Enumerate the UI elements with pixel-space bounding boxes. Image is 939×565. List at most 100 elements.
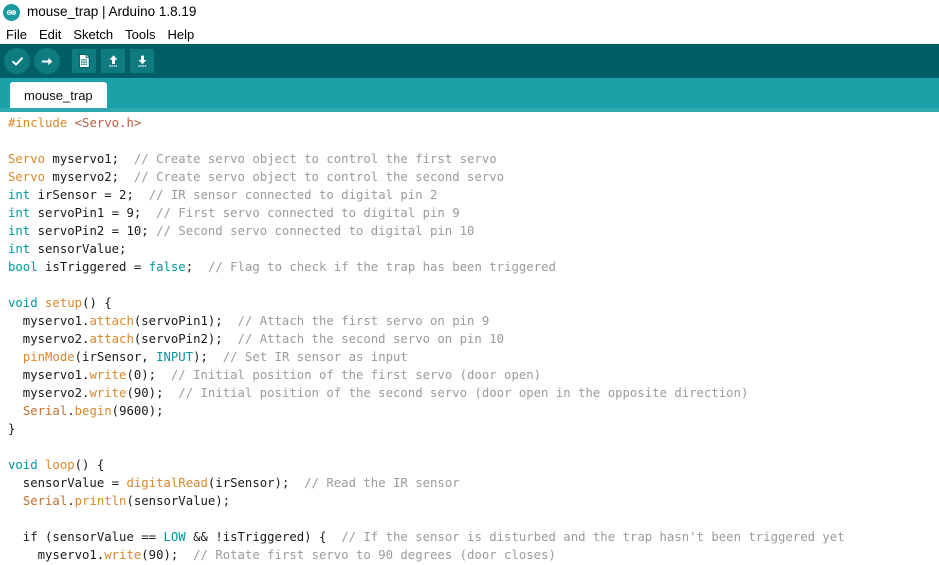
code-token-kw: int	[8, 206, 31, 220]
code-token-txt: () {	[82, 296, 112, 310]
code-token-cmt: // Attach the second servo on pin 10	[237, 332, 505, 346]
code-token-txt: && !isTriggered) {	[185, 530, 342, 544]
code-token-txt: (90);	[141, 548, 194, 562]
code-line: if (sensorValue == LOW && !isTriggered) …	[8, 528, 939, 546]
checkmark-icon	[10, 54, 25, 69]
verify-button[interactable]	[4, 48, 30, 74]
code-token-obj: Serial	[22, 494, 68, 508]
menu-edit[interactable]: Edit	[39, 28, 68, 41]
code-token-fn: attach	[89, 314, 134, 328]
code-token-obj: Serial	[22, 404, 68, 418]
code-line: Serial.println(sensorValue);	[8, 492, 939, 510]
code-content[interactable]: #include <Servo.h> Servo myservo1; // Cr…	[0, 112, 939, 564]
code-token-cmt: // Attach the first servo on pin 9	[237, 314, 490, 328]
code-token-txt: servoPin2 = 10;	[30, 224, 157, 238]
code-token-txt: (servoPin2);	[133, 332, 238, 346]
code-line: sensorValue = digitalRead(irSensor); // …	[8, 474, 939, 492]
new-sketch-button[interactable]	[72, 49, 96, 73]
code-token-kw: int	[8, 242, 31, 256]
code-token-fn: setup	[45, 296, 83, 310]
code-token-cmt: // IR sensor connected to digital pin 2	[148, 188, 438, 202]
code-token-cmt: // Set IR sensor as input	[222, 350, 408, 364]
code-token-kw: void	[8, 458, 38, 472]
code-token-kw: bool	[8, 260, 38, 274]
code-line: Servo myservo2; // Create servo object t…	[8, 168, 939, 186]
code-token-fn: write	[104, 548, 142, 562]
code-token-txt: (0);	[126, 368, 171, 382]
code-token-kw: false	[148, 260, 186, 274]
code-token-txt: servoPin1 = 9;	[30, 206, 157, 220]
code-token-fn: loop	[45, 458, 75, 472]
menu-file[interactable]: File	[6, 28, 34, 41]
code-line: myservo2.write(90); // Initial position …	[8, 384, 939, 402]
code-line: myservo1.write(0); // Initial position o…	[8, 366, 939, 384]
code-token-txt: (irSensor,	[74, 350, 157, 364]
code-token-txt: myservo1.	[8, 548, 105, 562]
code-token-txt: irSensor = 2;	[30, 188, 149, 202]
menu-help[interactable]: Help	[167, 28, 201, 41]
code-token-cmt: // Rotate first servo to 90 degrees (doo…	[193, 548, 556, 562]
code-token-pre: #include	[8, 116, 75, 130]
code-line: Serial.begin(9600);	[8, 402, 939, 420]
code-editor[interactable]: #include <Servo.h> Servo myservo1; // Cr…	[0, 112, 939, 565]
code-token-txt: ;	[185, 260, 208, 274]
code-token-txt: myservo2.	[8, 386, 90, 400]
code-line: #include <Servo.h>	[8, 114, 939, 132]
code-token-txt: (servoPin1);	[133, 314, 238, 328]
arrow-up-icon	[106, 53, 121, 69]
code-token-fn: write	[89, 368, 127, 382]
code-line: Servo myservo1; // Create servo object t…	[8, 150, 939, 168]
code-line: }	[8, 420, 939, 438]
title-bar: mouse_trap | Arduino 1.8.19	[0, 0, 939, 24]
code-token-cmt: // Flag to check if the trap has been tr…	[207, 260, 556, 274]
new-page-icon	[77, 53, 92, 69]
code-line: int sensorValue;	[8, 240, 939, 258]
code-token-txt: sensorValue;	[30, 242, 127, 256]
code-token-cmt: // First servo connected to digital pin …	[156, 206, 460, 220]
code-token-txt: .	[67, 404, 75, 418]
code-token-txt: myservo1.	[8, 368, 90, 382]
arrow-down-icon	[135, 53, 150, 69]
open-sketch-button[interactable]	[101, 49, 125, 73]
code-token-kw: void	[8, 296, 38, 310]
code-token-fn: attach	[89, 332, 134, 346]
code-token-txt: myservo2.	[8, 332, 90, 346]
tab-mouse-trap[interactable]: mouse_trap	[10, 82, 107, 108]
code-token-inc: <Servo.h>	[74, 116, 142, 130]
code-token-cmt: // Second servo connected to digital pin…	[156, 224, 475, 238]
code-token-txt: (sensorValue);	[126, 494, 231, 508]
tab-label: mouse_trap	[24, 87, 93, 103]
code-line: void setup() {	[8, 294, 939, 312]
code-token-txt: sensorValue =	[8, 476, 127, 490]
code-line: void loop() {	[8, 456, 939, 474]
code-token-txt: myservo2;	[45, 170, 134, 184]
code-token-cmt: // Create servo object to control the fi…	[133, 152, 497, 166]
code-token-txt: (9600);	[111, 404, 164, 418]
code-token-cmt: // Read the IR sensor	[304, 476, 460, 490]
tab-strip: mouse_trap	[0, 78, 939, 108]
save-sketch-button[interactable]	[130, 49, 154, 73]
code-token-fn: println	[74, 494, 127, 508]
code-token-txt: () {	[74, 458, 105, 472]
menu-tools[interactable]: Tools	[125, 28, 162, 41]
code-line: myservo2.attach(servoPin2); // Attach th…	[8, 330, 939, 348]
code-line: int servoPin1 = 9; // First servo connec…	[8, 204, 939, 222]
upload-button[interactable]	[34, 48, 60, 74]
code-token-kw: INPUT	[156, 350, 194, 364]
code-token-txt: (90);	[126, 386, 179, 400]
code-token-cmt: // Create servo object to control the se…	[133, 170, 505, 184]
code-token-fn: digitalRead	[126, 476, 208, 490]
code-line: int irSensor = 2; // IR sensor connected…	[8, 186, 939, 204]
menu-sketch[interactable]: Sketch	[73, 28, 120, 41]
code-token-cmt: // Initial position of the second servo …	[178, 386, 749, 400]
code-line: pinMode(irSensor, INPUT); // Set IR sens…	[8, 348, 939, 366]
code-token-kw: int	[8, 188, 31, 202]
